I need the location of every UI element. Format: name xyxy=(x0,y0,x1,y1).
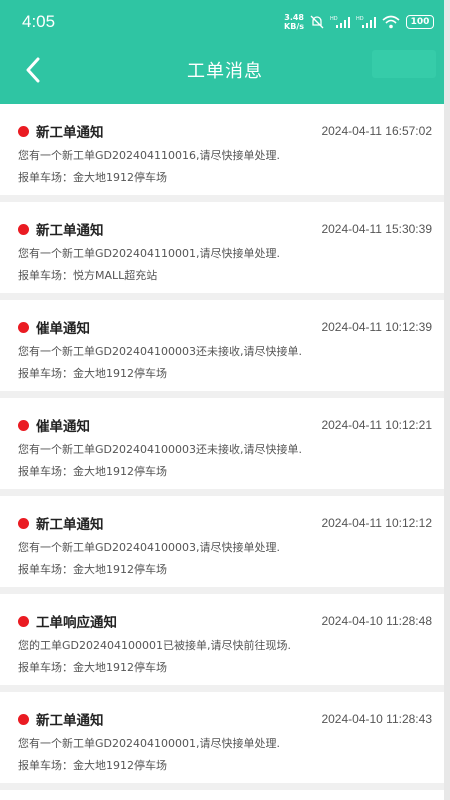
message-lot: 报单车场：金大地1912停车场 xyxy=(18,759,167,772)
message-item[interactable]: 新工单通知 2024-04-11 15:30:39 您有一个新工单GD20240… xyxy=(0,202,450,300)
message-title-wrap: 新工单通知 xyxy=(18,219,104,239)
unread-dot-icon xyxy=(18,223,29,235)
message-title-wrap: 催单通知 xyxy=(18,415,90,435)
mute-bell-icon xyxy=(310,15,324,29)
nav-right-placeholder xyxy=(372,50,436,78)
message-header: 新工单通知 2024-04-11 16:57:02 xyxy=(18,121,432,141)
message-title: 新工单通知 xyxy=(36,223,104,239)
message-item[interactable]: 新工单通知 2024-04-11 10:12:12 您有一个新工单GD20240… xyxy=(0,496,450,594)
message-time: 2024-04-10 11:28:43 xyxy=(321,712,432,726)
unread-dot-icon xyxy=(18,125,29,137)
message-lot: 报单车场：金大地1912停车场 xyxy=(18,465,167,478)
nav-bar: 工单消息 xyxy=(0,44,450,104)
wifi-icon xyxy=(382,15,400,29)
page-title: 工单消息 xyxy=(187,61,263,82)
message-body: 您有一个新工单GD202404100003,请尽快接单处理. xyxy=(18,541,280,554)
net-speed: 3.48 KB/s xyxy=(284,13,304,31)
phone-screen: 4:05 3.48 KB/s HD HD 100 工单消息 新工单通知 2024… xyxy=(0,0,450,800)
message-time: 2024-04-11 10:12:21 xyxy=(321,418,432,432)
message-title: 新工单通知 xyxy=(36,517,104,533)
message-title: 工单响应通知 xyxy=(36,615,117,631)
message-title-wrap: 催单通知 xyxy=(18,317,90,337)
status-bar: 4:05 3.48 KB/s HD HD 100 xyxy=(0,0,450,44)
message-item[interactable]: 催单通知 2024-04-11 10:12:39 您有一个新工单GD202404… xyxy=(0,300,450,398)
message-lot: 报单车场：金大地1912停车场 xyxy=(18,661,167,674)
message-body: 您的工单GD202404100001已被接单,请尽快前往现场. xyxy=(18,639,291,652)
message-title-wrap: 工单响应通知 xyxy=(18,611,117,631)
message-lot: 报单车场：金大地1912停车场 xyxy=(18,563,167,576)
battery-icon: 100 xyxy=(406,15,434,29)
message-time: 2024-04-11 10:12:39 xyxy=(321,320,432,334)
message-item[interactable]: 新工单通知 2024-04-11 16:57:02 您有一个新工单GD20240… xyxy=(0,104,450,202)
status-time: 4:05 xyxy=(22,12,56,31)
message-body: 您有一个新工单GD202404100003还未接收,请尽快接单. xyxy=(18,345,302,358)
net-speed-unit: KB/s xyxy=(284,22,304,31)
message-header: 新工单通知 2024-04-11 15:30:39 xyxy=(18,219,432,239)
signal-icon: HD xyxy=(330,16,350,28)
right-edge-divider xyxy=(444,0,450,800)
header: 4:05 3.48 KB/s HD HD 100 工单消息 xyxy=(0,0,450,104)
message-time: 2024-04-10 11:28:48 xyxy=(321,614,432,628)
unread-dot-icon xyxy=(18,321,29,333)
message-title: 新工单通知 xyxy=(36,125,104,141)
message-list: 新工单通知 2024-04-11 16:57:02 您有一个新工单GD20240… xyxy=(0,104,450,790)
message-title-wrap: 新工单通知 xyxy=(18,709,104,729)
unread-dot-icon xyxy=(18,713,29,725)
message-body: 您有一个新工单GD202404110016,请尽快接单处理. xyxy=(18,149,280,162)
back-button[interactable] xyxy=(18,52,48,88)
message-time: 2024-04-11 15:30:39 xyxy=(321,222,432,236)
message-title: 催单通知 xyxy=(36,419,90,435)
unread-dot-icon xyxy=(18,615,29,627)
signal-icon-2: HD xyxy=(356,16,376,28)
net-speed-value: 3.48 xyxy=(284,13,304,22)
message-title: 催单通知 xyxy=(36,321,90,337)
message-item[interactable]: 新工单通知 2024-04-10 11:28:43 您有一个新工单GD20240… xyxy=(0,692,450,790)
message-title-wrap: 新工单通知 xyxy=(18,121,104,141)
chevron-left-icon xyxy=(26,57,40,83)
message-item[interactable]: 工单响应通知 2024-04-10 11:28:48 您的工单GD2024041… xyxy=(0,594,450,692)
svg-text:HD: HD xyxy=(330,16,338,22)
message-lot: 报单车场：金大地1912停车场 xyxy=(18,171,167,184)
message-lot: 报单车场：金大地1912停车场 xyxy=(18,367,167,380)
message-header: 催单通知 2024-04-11 10:12:21 xyxy=(18,415,432,435)
message-lot: 报单车场：悦方MALL超充站 xyxy=(18,269,158,282)
message-header: 催单通知 2024-04-11 10:12:39 xyxy=(18,317,432,337)
status-icons: 3.48 KB/s HD HD 100 xyxy=(284,13,434,31)
svg-text:HD: HD xyxy=(356,16,364,22)
message-body: 您有一个新工单GD202404100003还未接收,请尽快接单. xyxy=(18,443,302,456)
message-body: 您有一个新工单GD202404110001,请尽快接单处理. xyxy=(18,247,280,260)
message-item[interactable]: 催单通知 2024-04-11 10:12:21 您有一个新工单GD202404… xyxy=(0,398,450,496)
message-time: 2024-04-11 16:57:02 xyxy=(321,124,432,138)
message-time: 2024-04-11 10:12:12 xyxy=(321,516,432,530)
message-header: 新工单通知 2024-04-10 11:28:43 xyxy=(18,709,432,729)
message-title-wrap: 新工单通知 xyxy=(18,513,104,533)
message-header: 工单响应通知 2024-04-10 11:28:48 xyxy=(18,611,432,631)
message-title: 新工单通知 xyxy=(36,713,104,729)
unread-dot-icon xyxy=(18,419,29,431)
message-header: 新工单通知 2024-04-11 10:12:12 xyxy=(18,513,432,533)
unread-dot-icon xyxy=(18,517,29,529)
message-body: 您有一个新工单GD202404100001,请尽快接单处理. xyxy=(18,737,280,750)
